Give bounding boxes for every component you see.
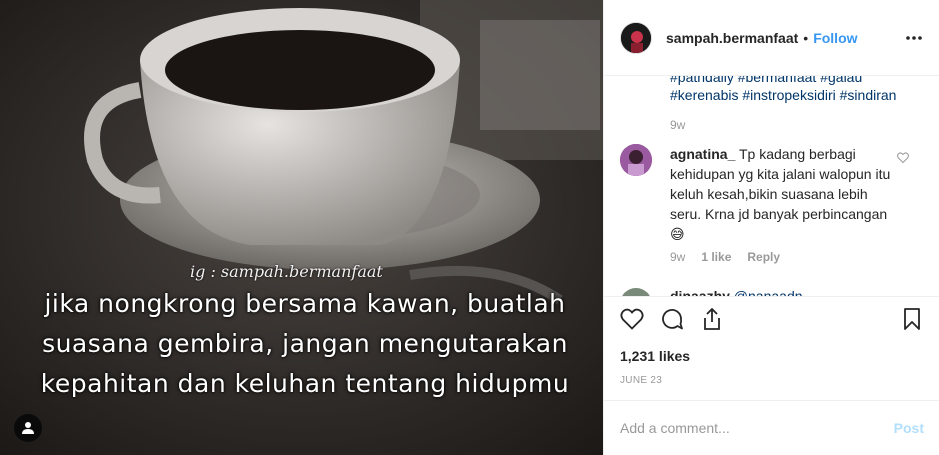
post-photo[interactable]: ig : sampah.bermanfaat jika nongkrong be… xyxy=(0,0,603,455)
follow-button[interactable]: Follow xyxy=(813,30,857,46)
action-bar xyxy=(604,296,939,338)
avatar-image xyxy=(621,22,651,53)
ig-handle-watermark: ig : sampah.bermanfaat xyxy=(190,262,383,281)
like-button[interactable] xyxy=(618,305,646,333)
comment-text: dinaazhy @nanaadn xyxy=(670,288,803,296)
comment-avatar[interactable] xyxy=(620,288,652,296)
comment-icon xyxy=(662,308,683,330)
user-tags-button[interactable] xyxy=(14,414,42,442)
header-username-link[interactable]: sampah.bermanfaat xyxy=(666,30,798,46)
comment-username-link[interactable]: dinaazhy xyxy=(670,288,730,296)
user-icon xyxy=(22,422,34,434)
hashtag-line[interactable]: #pathdaily #bermanfaat #galau xyxy=(670,76,920,86)
save-button[interactable] xyxy=(898,305,926,333)
quote-line: jika nongkrong bersama kawan, buatlah xyxy=(44,289,566,318)
likes-count[interactable]: 1,231 likes xyxy=(620,348,690,364)
comment-input[interactable] xyxy=(620,420,894,436)
comment-timestamp[interactable]: 9w xyxy=(670,250,685,264)
quote-text: jika nongkrong bersama kawan, buatlah su… xyxy=(20,284,590,404)
comment-meta: 9w 1 like Reply xyxy=(670,250,780,264)
avatar-image xyxy=(620,144,652,176)
comment-avatar[interactable] xyxy=(620,144,652,176)
hashtag-line[interactable]: #kerenabis #instropeksidiri #sindiran xyxy=(670,86,920,104)
heart-icon xyxy=(620,308,644,330)
post-date[interactable]: JUNE 23 xyxy=(620,375,662,386)
share-button[interactable] xyxy=(698,305,726,333)
comment-button[interactable] xyxy=(658,305,686,333)
comment-username-link[interactable]: agnatina_ xyxy=(670,146,735,162)
mention-link[interactable]: @nanaadn xyxy=(734,288,803,296)
quote-line: suasana gembira, jangan mengutarakan xyxy=(42,329,568,358)
separator-dot: • xyxy=(803,29,809,46)
comments-list[interactable]: #pathdaily #bermanfaat #galau #kerenabis… xyxy=(604,76,939,296)
post-comment-button[interactable]: Post xyxy=(894,420,924,436)
bookmark-icon xyxy=(904,308,920,330)
caption-timestamp[interactable]: 9w xyxy=(670,118,685,132)
heart-icon xyxy=(897,152,909,164)
ellipsis-icon xyxy=(906,36,922,40)
more-options-button[interactable] xyxy=(904,28,924,48)
share-icon xyxy=(704,308,720,330)
reply-button[interactable]: Reply xyxy=(747,250,780,264)
quote-line: kepahitan dan keluhan tentang hidupmu xyxy=(40,369,570,398)
comment-like-button[interactable] xyxy=(897,150,909,168)
comment-text: agnatina_ Tp kadang berbagi kehidupan yg… xyxy=(670,144,895,244)
post-header: sampah.bermanfaat • Follow xyxy=(604,0,939,76)
post-side-panel: sampah.bermanfaat • Follow #pathdaily #b… xyxy=(603,0,939,455)
comment-likes-count[interactable]: 1 like xyxy=(701,250,731,264)
avatar[interactable] xyxy=(620,21,652,54)
add-comment-section: Post xyxy=(604,400,939,455)
caption-hashtags: #pathdaily #bermanfaat #galau #kerenabis… xyxy=(670,76,920,104)
